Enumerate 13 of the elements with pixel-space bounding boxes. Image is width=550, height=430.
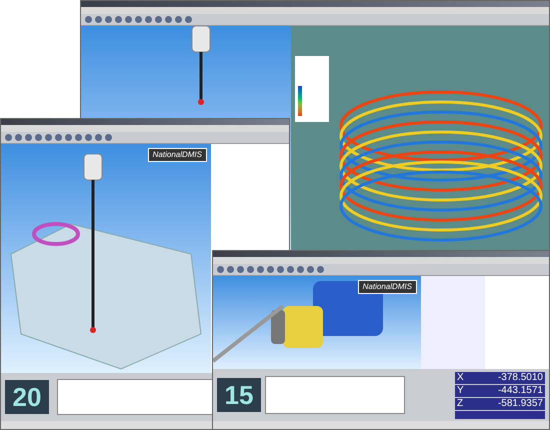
coordinate-value: -378.5010: [498, 372, 543, 384]
color-scale-bar: [298, 86, 302, 116]
logo: NationalDMIS: [358, 280, 417, 294]
coordinate-value: -443.1571: [498, 384, 543, 396]
counter-display: 15: [217, 378, 261, 412]
axis-label: X: [457, 372, 464, 384]
counter-display: 20: [5, 380, 49, 414]
coordinate-value: -581.9357: [498, 398, 543, 410]
ring-drawing: [32, 222, 80, 246]
axis-label: Z: [457, 398, 464, 410]
logo: NationalDMIS: [148, 148, 207, 162]
probe-stylus: [213, 304, 284, 363]
axis-label: Y: [457, 384, 464, 396]
